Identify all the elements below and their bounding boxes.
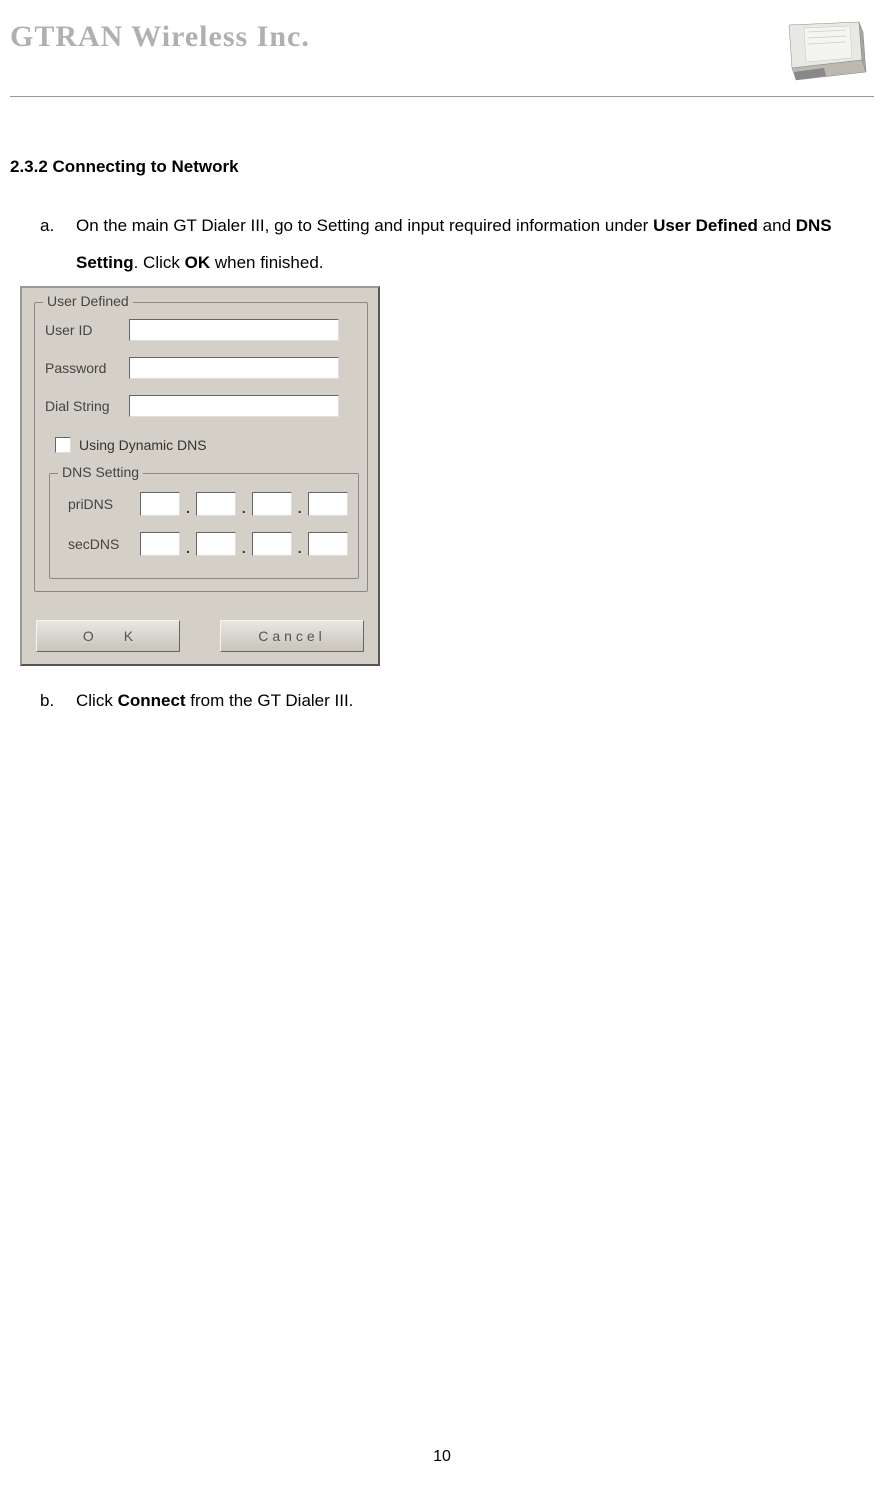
secdns-octet-3[interactable] — [252, 532, 292, 556]
ok-button[interactable]: OK — [36, 620, 180, 652]
pc-card-illustration — [764, 20, 874, 90]
text-bold: OK — [185, 253, 211, 272]
dynamic-dns-row: Using Dynamic DNS — [55, 437, 207, 453]
step-marker: b. — [40, 682, 76, 719]
step-marker: a. — [40, 207, 76, 282]
text-bold: Connect — [118, 691, 186, 710]
cancel-button[interactable]: Cancel — [220, 620, 364, 652]
fieldset-legend: DNS Setting — [58, 464, 143, 480]
dial-string-label: Dial String — [45, 398, 129, 414]
password-label: Password — [45, 360, 129, 376]
dynamic-dns-label: Using Dynamic DNS — [79, 437, 207, 453]
page-number: 10 — [0, 1448, 884, 1466]
dot-icon: . — [186, 540, 190, 556]
dot-icon: . — [298, 500, 302, 516]
page-content: 2.3.2 Connecting to Network a. On the ma… — [0, 97, 884, 719]
step-text: On the main GT Dialer III, go to Setting… — [76, 207, 884, 282]
pridns-octet-1[interactable] — [140, 492, 180, 516]
secdns-octet-1[interactable] — [140, 532, 180, 556]
password-input[interactable] — [129, 357, 339, 379]
step-a: a. On the main GT Dialer III, go to Sett… — [40, 207, 884, 282]
user-defined-fieldset: User Defined User ID Password Dial Strin… — [34, 302, 368, 592]
text-bold: User Defined — [653, 216, 758, 235]
secdns-octet-4[interactable] — [308, 532, 348, 556]
dot-icon: . — [242, 500, 246, 516]
dot-icon: . — [242, 540, 246, 556]
section-heading: 2.3.2 Connecting to Network — [10, 157, 884, 177]
pridns-row: priDNS . . . — [68, 492, 348, 516]
secdns-octet-2[interactable] — [196, 532, 236, 556]
pridns-octet-3[interactable] — [252, 492, 292, 516]
secdns-label: secDNS — [68, 536, 136, 552]
user-id-label: User ID — [45, 322, 129, 338]
dot-icon: . — [298, 540, 302, 556]
text-run: and — [758, 216, 796, 235]
step-list: a. On the main GT Dialer III, go to Sett… — [10, 207, 884, 282]
dynamic-dns-checkbox[interactable] — [55, 437, 71, 453]
password-row: Password — [45, 357, 339, 379]
text-run: from the GT Dialer III. — [186, 691, 354, 710]
pridns-label: priDNS — [68, 496, 136, 512]
settings-dialog-screenshot: User Defined User ID Password Dial Strin… — [20, 286, 380, 666]
text-run: . Click — [134, 253, 185, 272]
user-id-input[interactable] — [129, 319, 339, 341]
pridns-octet-2[interactable] — [196, 492, 236, 516]
user-id-row: User ID — [45, 319, 339, 341]
dial-string-input[interactable] — [129, 395, 339, 417]
text-run: when finished. — [210, 253, 323, 272]
pridns-octet-4[interactable] — [308, 492, 348, 516]
company-name: GTRAN Wireless Inc. — [10, 20, 310, 54]
step-b: b. Click Connect from the GT Dialer III. — [40, 682, 884, 719]
secdns-row: secDNS . . . — [68, 532, 348, 556]
page-header: GTRAN Wireless Inc. — [0, 0, 884, 90]
step-text: Click Connect from the GT Dialer III. — [76, 682, 884, 719]
dns-setting-fieldset: DNS Setting priDNS . . . secDNS . . — [49, 473, 359, 579]
fieldset-legend: User Defined — [43, 293, 133, 309]
text-run: On the main GT Dialer III, go to Setting… — [76, 216, 653, 235]
text-run: Click — [76, 691, 118, 710]
dial-string-row: Dial String — [45, 395, 339, 417]
step-list: b. Click Connect from the GT Dialer III. — [10, 682, 884, 719]
dot-icon: . — [186, 500, 190, 516]
dialog-button-row: OK Cancel — [36, 620, 364, 652]
